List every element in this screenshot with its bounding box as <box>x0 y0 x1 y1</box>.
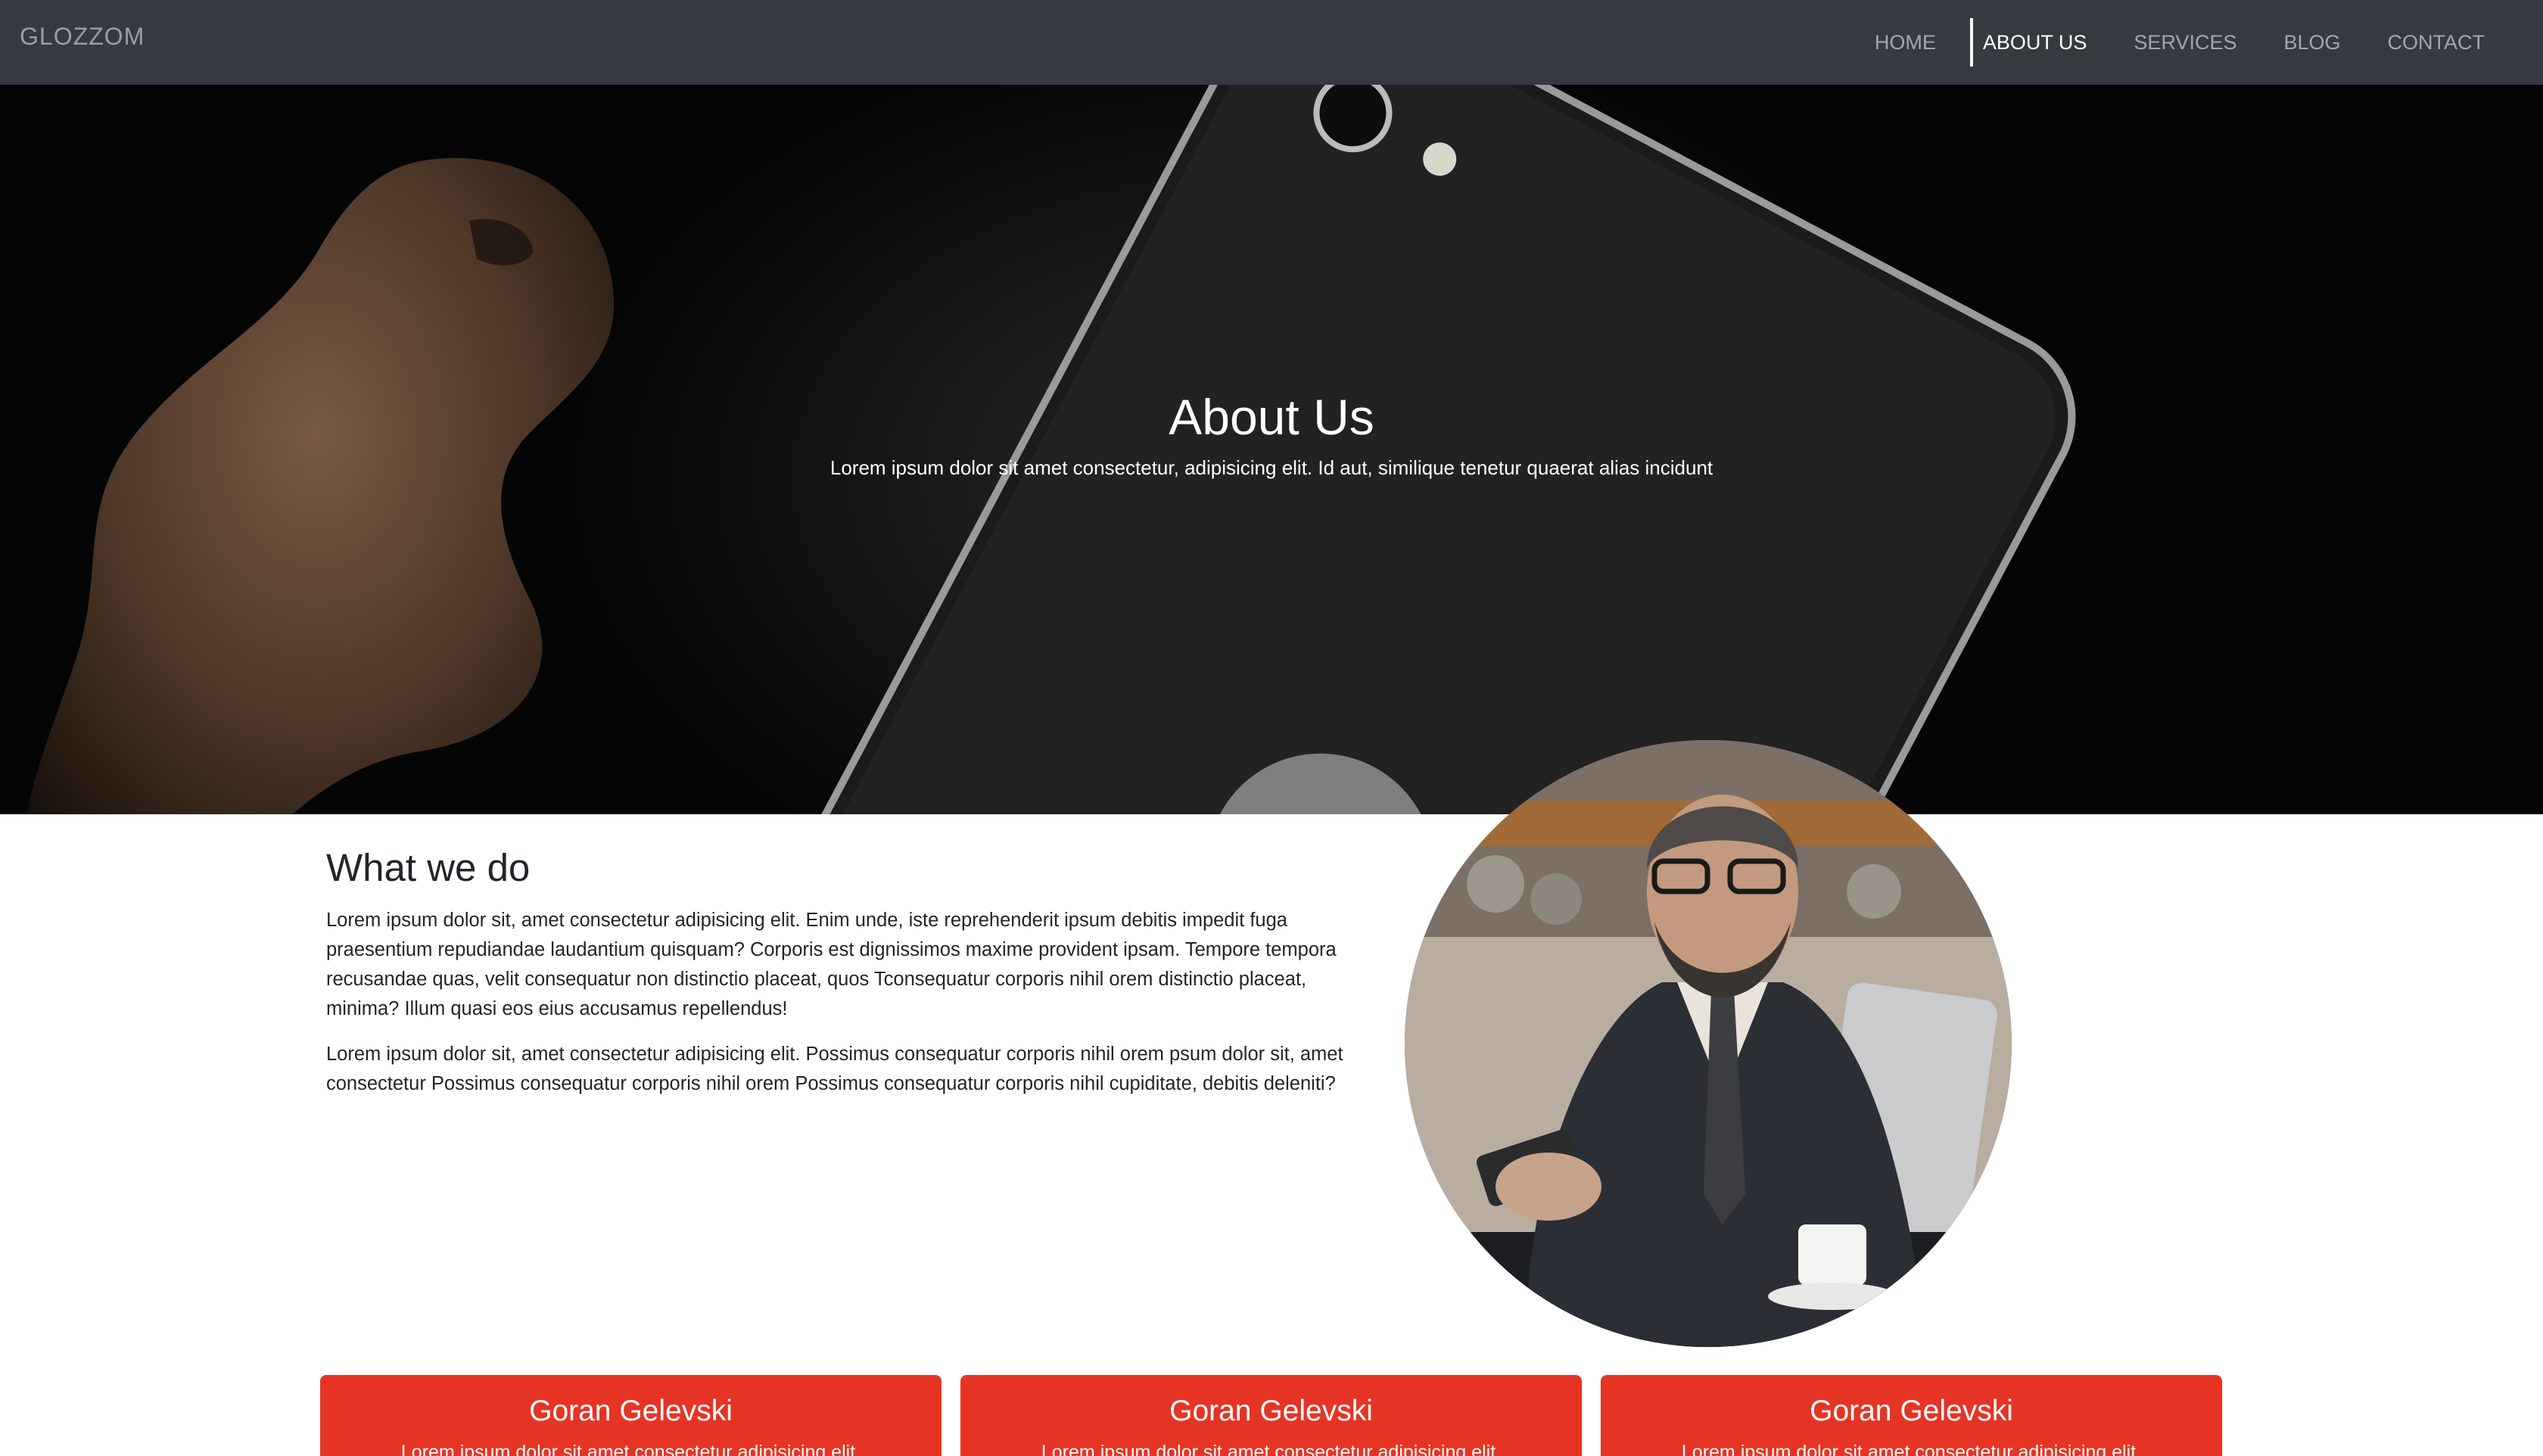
navbar: GLOZZOM HOME ABOUT US SERVICES BLOG CONT… <box>0 0 2543 85</box>
card-text: Lorem ipsum dolor sit amet consectetur a… <box>1681 1441 2142 1456</box>
page: GLOZZOM HOME ABOUT US SERVICES BLOG CONT… <box>0 0 2543 1456</box>
hero-banner: About Us Lorem ipsum dolor sit amet cons… <box>0 85 2543 814</box>
businessman-portrait-image <box>1405 740 2012 1347</box>
card-text: Lorem ipsum dolor sit amet consectetur a… <box>1041 1441 1502 1456</box>
card-title: Goran Gelevski <box>1810 1395 2013 1427</box>
nav-links: HOME ABOUT US SERVICES BLOG CONTACT <box>1851 0 2508 85</box>
card-text: Lorem ipsum dolor sit amet consectetur a… <box>400 1441 861 1456</box>
nav-link-blog[interactable]: BLOG <box>2260 0 2364 85</box>
brand-logo[interactable]: GLOZZOM <box>20 23 145 51</box>
nav-link-services[interactable]: SERVICES <box>2110 0 2260 85</box>
about-paragraph-2: Lorem ipsum dolor sit, amet consectetur … <box>326 1044 1343 1095</box>
team-card[interactable]: Goran Gelevski Lorem ipsum dolor sit ame… <box>960 1375 1582 1456</box>
hero-subtitle: Lorem ipsum dolor sit amet consectetur, … <box>830 456 1713 480</box>
hero-title: About Us <box>1169 389 1374 445</box>
portrait-illustration <box>1405 740 2012 1347</box>
card-title: Goran Gelevski <box>529 1395 733 1427</box>
nav-link-home[interactable]: HOME <box>1851 0 1959 85</box>
hero-text: About Us Lorem ipsum dolor sit amet cons… <box>0 387 2543 480</box>
about-paragraph-1: Lorem ipsum dolor sit, amet consectetur … <box>326 910 1337 1020</box>
what-we-do-section: What we do Lorem ipsum dolor sit, amet c… <box>326 845 1356 1099</box>
team-cards: Goran Gelevski Lorem ipsum dolor sit ame… <box>320 1375 2223 1456</box>
team-card[interactable]: Goran Gelevski Lorem ipsum dolor sit ame… <box>1601 1375 2222 1456</box>
nav-link-about-us[interactable]: ABOUT US <box>1959 0 2111 85</box>
section-title: What we do <box>326 846 531 889</box>
team-card[interactable]: Goran Gelevski Lorem ipsum dolor sit ame… <box>320 1375 942 1456</box>
card-title: Goran Gelevski <box>1169 1395 1373 1427</box>
nav-link-contact[interactable]: CONTACT <box>2364 0 2509 85</box>
